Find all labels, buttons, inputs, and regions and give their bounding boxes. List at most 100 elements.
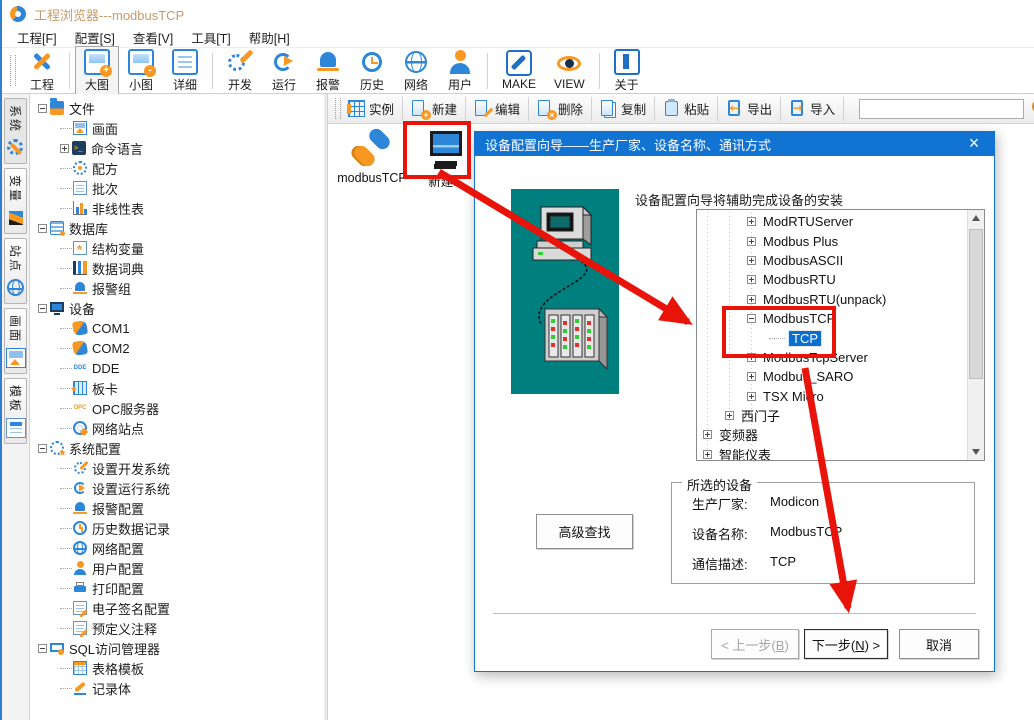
tree-item-alarm-group[interactable]: 报警组	[30, 278, 324, 298]
tree-item-predefined-comment[interactable]: 预定义注释	[30, 618, 324, 638]
menu-item-view[interactable]: 查看[V]	[124, 28, 182, 47]
device-tree-item-modbusrtu[interactable]: ModbusRTU	[697, 270, 967, 289]
project-button[interactable]: 工程	[20, 46, 64, 96]
tree-item-recipe[interactable]: 配方	[30, 158, 324, 178]
tree-expander-system-config[interactable]	[38, 444, 47, 453]
side-tab-system[interactable]: 系统	[4, 98, 27, 164]
tree-item-com1[interactable]: COM1	[30, 318, 324, 338]
tree-item-sql-manager[interactable]: SQL访问管理器	[30, 638, 324, 658]
scroll-down-button[interactable]	[968, 443, 984, 460]
export-button[interactable]: 导出	[723, 97, 775, 120]
user-button[interactable]: 用户	[438, 46, 482, 96]
side-tab-station[interactable]: 站点	[4, 238, 27, 304]
find-button[interactable]: 查找	[1028, 97, 1034, 121]
side-tab-screen[interactable]: 画面	[4, 308, 27, 374]
tree-item-command-language[interactable]: 命令语言	[30, 138, 324, 158]
workspace-icon-new-device[interactable]: 新建...	[420, 129, 472, 190]
device-expander-modbusrtu-unpack[interactable]	[747, 295, 756, 304]
tree-item-batch[interactable]: 批次	[30, 178, 324, 198]
scroll-up-button[interactable]	[968, 210, 984, 227]
tree-item-esignature-config[interactable]: 电子签名配置	[30, 598, 324, 618]
tree-item-user-config[interactable]: 用户配置	[30, 558, 324, 578]
scrollbar-thumb[interactable]	[969, 229, 983, 379]
device-expander-modbusrtu[interactable]	[747, 275, 756, 284]
device-tree-item-siemens[interactable]: 西门子	[697, 406, 967, 425]
tree-expander-device[interactable]	[38, 304, 47, 313]
dialog-titlebar[interactable]: 设备配置向导——生产厂家、设备名称、通讯方式	[475, 132, 994, 156]
tree-item-data-dictionary[interactable]: 数据词典	[30, 258, 324, 278]
tree-item-record-body[interactable]: 记录体	[30, 678, 324, 698]
cancel-button[interactable]: 取消	[899, 629, 979, 659]
side-tab-variable[interactable]: 变量	[4, 168, 27, 234]
tree-item-board[interactable]: 板卡	[30, 378, 324, 398]
device-tree-item-modbus-plus[interactable]: Modbus Plus	[697, 231, 967, 250]
menu-item-project[interactable]: 工程[F]	[8, 28, 66, 47]
tree-item-device[interactable]: 设备	[30, 298, 324, 318]
alarm-button[interactable]: 报警	[306, 46, 350, 96]
paste-button[interactable]: 粘贴	[660, 97, 712, 120]
device-expander-modbusascii[interactable]	[747, 256, 756, 265]
develop-button[interactable]: 开发	[218, 46, 262, 96]
menu-item-config[interactable]: 配置[S]	[66, 28, 124, 47]
view-button[interactable]: VIEW	[545, 47, 594, 94]
device-tree-item-smart-meter[interactable]: 智能仪表	[697, 445, 967, 460]
device-expander-inverter[interactable]	[703, 430, 712, 439]
tree-item-run-system[interactable]: 设置运行系统	[30, 478, 324, 498]
copy-button[interactable]: 复制	[597, 97, 649, 120]
tree-expander-file[interactable]	[38, 104, 47, 113]
large-icons-button[interactable]: 大图	[75, 46, 119, 96]
menu-item-help[interactable]: 帮助[H]	[240, 28, 299, 47]
tree-item-file[interactable]: 文件	[30, 98, 324, 118]
tree-item-screen[interactable]: 画面	[30, 118, 324, 138]
tree-item-opc-server[interactable]: OPC服务器	[30, 398, 324, 418]
network-button[interactable]: 网络	[394, 46, 438, 96]
search-input[interactable]	[859, 99, 1024, 119]
instance-button[interactable]: 实例	[345, 97, 397, 120]
tree-item-nonlinear-table[interactable]: 非线性表	[30, 198, 324, 218]
details-button[interactable]: 详细	[163, 46, 207, 96]
workspace-icon-modbustcp-device[interactable]: modbusTCP	[336, 129, 408, 185]
device-expander-siemens[interactable]	[725, 411, 734, 420]
run-button[interactable]: 运行	[262, 46, 306, 96]
device-expander-modbustcp[interactable]	[747, 314, 756, 323]
back-button[interactable]: < 上一步(B)	[711, 629, 799, 659]
tree-item-network-station[interactable]: 网络站点	[30, 418, 324, 438]
tree-item-history-record[interactable]: 历史数据记录	[30, 518, 324, 538]
tree-item-table-template[interactable]: 表格模板	[30, 658, 324, 678]
device-tree-item-modbustcpserver[interactable]: ModbusTcpServer	[697, 348, 967, 367]
toolbar-grip[interactable]	[335, 98, 341, 118]
device-tree-item-tsx-micro[interactable]: TSX Micro	[697, 387, 967, 406]
device-tree-item-modbusrtu-unpack[interactable]: ModbusRTU(unpack)	[697, 290, 967, 309]
device-tree-item-inverter[interactable]: 变频器	[697, 425, 967, 444]
new-button[interactable]: 新建	[408, 97, 460, 120]
import-button[interactable]: 导入	[786, 97, 838, 120]
tree-expander-command-language[interactable]	[60, 144, 69, 153]
device-expander-tsx-micro[interactable]	[747, 392, 756, 401]
device-expander-smart-meter[interactable]	[703, 450, 712, 459]
tree-item-database[interactable]: 数据库	[30, 218, 324, 238]
about-button[interactable]: 关于	[605, 46, 649, 96]
tree-expander-sql-manager[interactable]	[38, 644, 47, 653]
tree-expander-database[interactable]	[38, 224, 47, 233]
menu-item-tools[interactable]: 工具[T]	[182, 28, 240, 47]
make-button[interactable]: MAKE	[493, 47, 545, 94]
device-expander-modbus-saro[interactable]	[747, 372, 756, 381]
history-button[interactable]: 历史	[350, 46, 394, 96]
device-expander-modbustcpserver[interactable]	[747, 353, 756, 362]
device-tree-item-modbus-saro[interactable]: Modbus_SARO	[697, 367, 967, 386]
device-tree-item-modrtuserver[interactable]: ModRTUServer	[697, 212, 967, 231]
tree-item-print-config[interactable]: 打印配置	[30, 578, 324, 598]
small-icons-button[interactable]: 小图	[119, 46, 163, 96]
tree-item-system-config[interactable]: 系统配置	[30, 438, 324, 458]
side-tab-template[interactable]: 模板	[4, 378, 27, 444]
device-expander-modbus-plus[interactable]	[747, 237, 756, 246]
tree-item-dev-system[interactable]: 设置开发系统	[30, 458, 324, 478]
edit-button[interactable]: 编辑	[471, 97, 523, 120]
tree-item-alarm-config[interactable]: 报警配置	[30, 498, 324, 518]
device-tree-item-modbustcp[interactable]: ModbusTCP	[697, 309, 967, 328]
device-list-scrollbar[interactable]	[967, 210, 984, 460]
toolbar-grip[interactable]	[10, 55, 16, 87]
delete-button[interactable]: 删除	[534, 97, 586, 120]
tree-item-com2[interactable]: COM2	[30, 338, 324, 358]
tree-item-struct-variable[interactable]: 结构变量	[30, 238, 324, 258]
